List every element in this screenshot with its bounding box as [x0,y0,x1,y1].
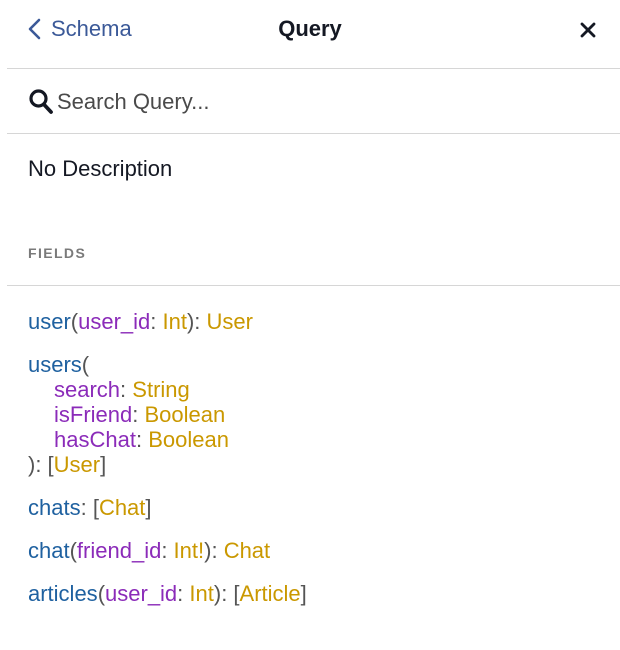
arg-name-user-id: user_id [78,309,151,334]
close-paren-colon: ): [ [28,452,54,477]
field-name-chats[interactable]: chats [28,495,81,520]
colon: : [132,402,145,427]
field-name-users[interactable]: users [28,352,82,377]
fields-list: user(user_id: Int): User users( search: … [28,309,608,624]
doc-explorer-header: Schema Query [0,0,620,68]
colon: : [135,427,149,452]
arg-type-string[interactable]: String [132,377,189,402]
search-input[interactable] [57,86,577,118]
colon: : [161,538,174,563]
return-type-chat[interactable]: Chat [224,538,270,563]
arg-line-search: search: String [28,377,608,402]
arg-type-boolean[interactable]: Boolean [148,427,229,452]
search-icon [29,89,53,114]
return-type-user[interactable]: User [207,309,253,334]
field-chats: chats: [Chat] [28,495,608,520]
arg-line-isfriend: isFriend: Boolean [28,402,608,427]
colon-bracket: : [ [80,495,99,520]
colon: : [120,377,133,402]
return-type-article[interactable]: Article [240,581,301,606]
close-bracket: ] [145,495,152,520]
close-button[interactable] [574,16,602,44]
close-paren-colon: ): [186,309,207,334]
close-icon [580,22,596,38]
arg-type-boolean[interactable]: Boolean [144,402,225,427]
header-divider [7,68,620,69]
colon: : [150,309,163,334]
arg-type-int[interactable]: Int [163,309,187,334]
colon: : [177,581,190,606]
type-description: No Description [28,156,173,181]
return-type-user[interactable]: User [54,452,100,477]
field-users-head: users( [28,352,608,377]
field-users: users( search: String isFriend: Boolean … [28,352,608,477]
open-paren: ( [97,581,106,606]
close-paren-colon: ): [204,538,224,563]
field-user: user(user_id: Int): User [28,309,608,334]
close-bracket: ] [100,452,107,477]
field-users-tail: ): [User] [28,452,608,477]
field-name-articles[interactable]: articles [28,581,98,606]
close-bracket: ] [300,581,307,606]
field-name-chat[interactable]: chat [28,538,70,563]
search-bar [28,82,608,122]
arg-type-int[interactable]: Int [189,581,213,606]
open-paren: ( [81,352,90,377]
field-articles: articles(user_id: Int): [Article] [28,581,608,606]
arg-name-friend-id: friend_id [76,538,162,563]
page-title: Query [278,16,342,41]
arg-name-search: search [54,377,121,402]
arg-type-int-nonnull[interactable]: Int! [174,538,205,563]
section-divider [7,285,620,286]
return-type-chat[interactable]: Chat [99,495,145,520]
arg-name-isfriend: isFriend [54,402,133,427]
field-name-user[interactable]: user [28,309,71,334]
arg-line-haschat: hasChat: Boolean [28,427,608,452]
field-chat: chat(friend_id: Int!): Chat [28,538,608,563]
close-paren-colon: ): [ [213,581,240,606]
search-divider [7,133,620,134]
arg-name-user-id: user_id [105,581,178,606]
arg-name-haschat: hasChat [54,427,136,452]
fields-section-title: FIELDS [28,245,87,261]
open-paren: ( [69,538,77,563]
